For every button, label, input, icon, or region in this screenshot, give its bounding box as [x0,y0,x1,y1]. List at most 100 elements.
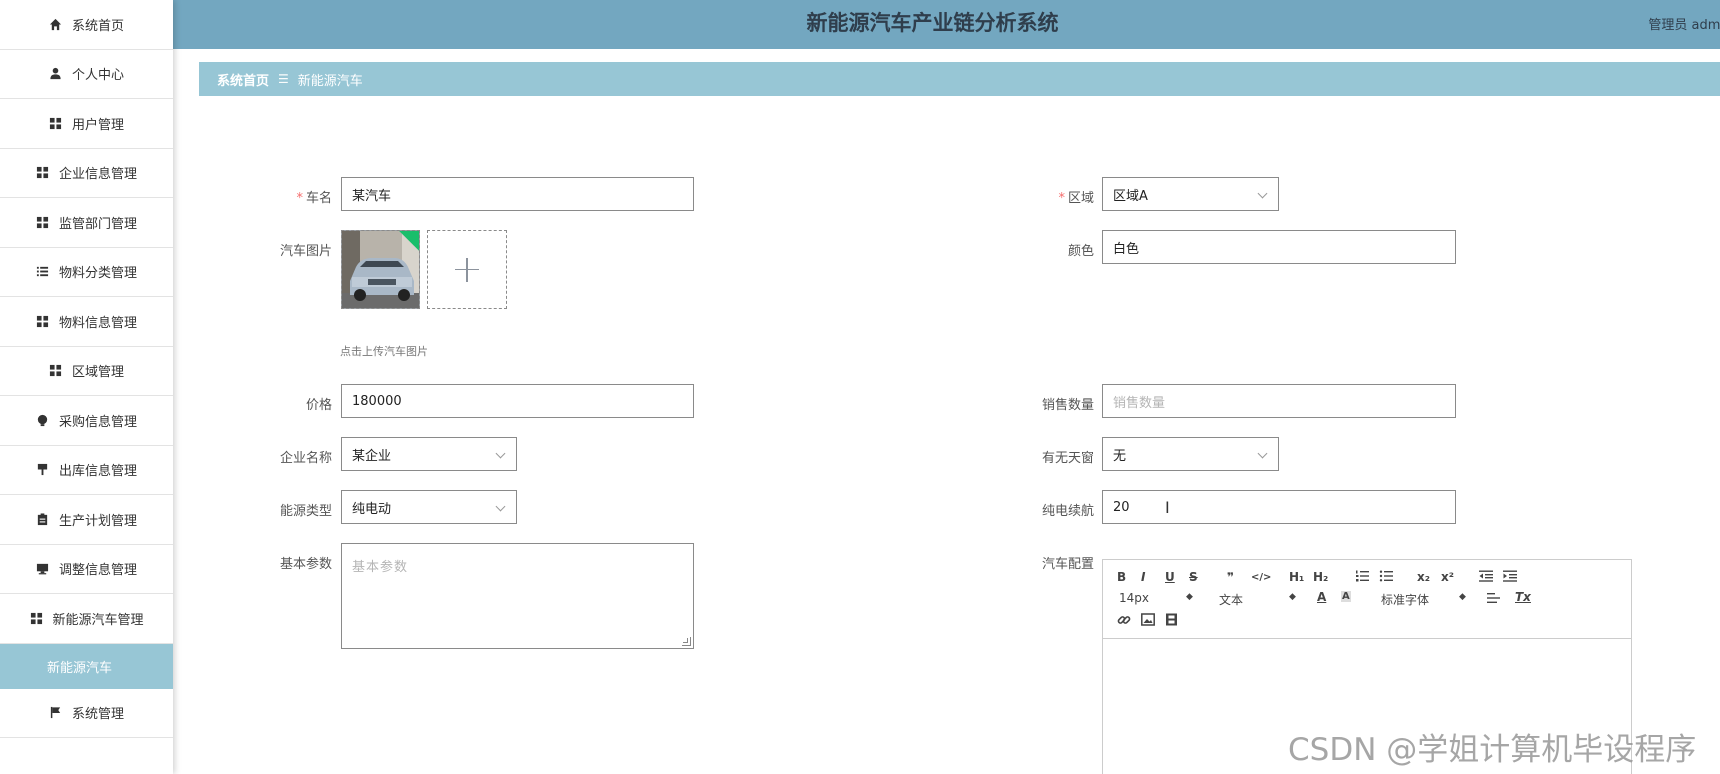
code-button[interactable]: </> [1251,572,1271,583]
region-select[interactable]: 区域A [1102,177,1279,211]
chevron-down-icon [495,448,506,459]
page-title: 新能源汽车产业链分析系统 [806,11,1059,35]
sidebar-item-label: 系统首页 [71,18,124,34]
sidebar-item-region[interactable]: 区域管理 [0,347,173,396]
list-icon [36,265,50,279]
company-select[interactable]: 某企业 [341,437,517,471]
font-family-select[interactable]: 标准字体 ◆ [1381,591,1466,608]
energy-type-select[interactable]: 纯电动 [341,490,517,524]
sidebar-item-label: 新能源汽车管理 [52,612,144,628]
car-image-thumbnail[interactable] [341,230,420,309]
video-icon[interactable] [1165,613,1178,629]
sidebar-item-material-category[interactable]: 物料分类管理 [0,248,173,297]
grid-icon [36,215,50,229]
sidebar-item-regulator[interactable]: 监管部门管理 [0,198,173,248]
sidebar-item-outbound[interactable]: 出库信息管理 [0,446,173,495]
h1-button[interactable]: H₁ [1289,570,1304,584]
sidebar-item-purchase[interactable]: 采购信息管理 [0,396,173,446]
sidebar-item-home[interactable]: 系统首页 [0,0,173,50]
h2-button[interactable]: H₂ [1313,570,1328,584]
superscript-button[interactable]: x² [1441,570,1454,584]
sidebar-item-label: 企业信息管理 [58,167,137,183]
plus-icon [455,257,479,282]
region-label: * 区域 [1058,191,1094,206]
grid-icon [49,364,63,378]
car-image-label: 汽车图片 [279,244,332,259]
quote-button[interactable]: ❞ [1227,570,1234,584]
sidebar-item-label: 调整信息管理 [58,563,137,579]
align-icon[interactable] [1487,592,1501,607]
updown-icon: ◆ [1289,592,1296,602]
sidebar-item-label: 物料分类管理 [58,266,137,282]
price-input[interactable]: 180000 [341,384,694,418]
breadcrumb-home[interactable]: 系统首页 [217,70,269,89]
updown-icon: ◆ [1186,592,1193,602]
user-menu[interactable]: 管理员 admi [1648,14,1720,33]
sidebar-item-label: 采购信息管理 [58,414,137,430]
sidebar-item-label: 系统管理 [71,707,124,723]
upload-image-button[interactable] [427,230,507,309]
font-size-select[interactable]: 14px ◆ [1119,591,1193,605]
car-name-label: * 车名 [296,191,332,206]
sidebar-item-label: 用户管理 [71,117,124,133]
grid-icon [36,166,50,180]
underline-button[interactable]: U [1165,570,1175,584]
sidebar: 系统首页 个人中心 用户管理 企业信息管理 监管部门管理 物料分类管理 物料信息… [0,0,173,774]
car-name-input[interactable]: 某汽车 [341,177,694,211]
breadcrumb-current: 新能源汽车 [297,73,363,89]
outdent-icon[interactable] [1479,570,1493,585]
sidebar-item-company[interactable]: 企业信息管理 [0,149,173,198]
sidebar-item-label: 个人中心 [71,68,124,84]
sidebar-item-label: 出库信息管理 [58,464,137,480]
subscript-button[interactable]: x₂ [1417,570,1430,584]
chevron-down-icon [1257,448,1268,459]
range-input-value: 20 [1113,499,1130,515]
sidebar-item-users[interactable]: 用户管理 [0,99,173,149]
strike-button[interactable]: S [1189,570,1198,584]
chevron-down-icon [1257,188,1268,199]
company-select-value: 某企业 [352,448,392,464]
price-label: 价格 [305,398,332,413]
color-label: 颜色 [1067,244,1094,259]
upload-hint: 点击上传汽车图片 [340,345,428,358]
range-label: 纯电续航 [1041,504,1094,519]
font-color-button[interactable]: A [1317,590,1326,604]
background-color-button[interactable]: A [1341,591,1351,602]
sidebar-item-production-plan[interactable]: 生产计划管理 [0,495,173,545]
link-icon[interactable] [1117,613,1131,630]
basic-params-textarea[interactable]: 基本参数 [341,543,694,649]
ordered-list-icon[interactable] [1355,570,1369,585]
energy-type-select-value: 纯电动 [352,501,392,517]
image-icon[interactable] [1141,613,1155,629]
range-input[interactable]: 20 I [1102,490,1456,524]
resize-grip-icon[interactable] [682,637,691,646]
grid-icon [36,314,50,328]
sales-qty-input[interactable]: 销售数量 [1102,384,1456,418]
indent-icon[interactable] [1503,570,1517,585]
sidebar-item-profile[interactable]: 个人中心 [0,50,173,99]
clear-format-button[interactable]: Tx [1515,590,1531,604]
bold-button[interactable]: B [1117,570,1126,584]
sunroof-select[interactable]: 无 [1102,437,1279,471]
color-input[interactable]: 白色 [1102,230,1456,264]
chevron-down-icon [495,501,506,512]
home-icon [49,17,63,31]
basic-params-placeholder: 基本参数 [352,560,409,575]
sidebar-item-material-info[interactable]: 物料信息管理 [0,297,173,347]
sunroof-select-value: 无 [1113,448,1127,464]
updown-icon: ◆ [1459,592,1466,602]
region-select-value: 区域A [1113,188,1148,204]
grid-icon [29,611,43,625]
editor-toolbar: B I U S ❞ </> H₁ H₂ x₂ x² 14px ◆ 文本 ◆ A A … [1103,560,1631,639]
breadcrumb-separator-icon: ☰ [278,72,289,86]
text-style-select[interactable]: 文本 ◆ [1219,591,1296,608]
sidebar-item-system[interactable]: 系统管理 [0,689,173,738]
sidebar-item-nev[interactable]: 新能源汽车管理 [0,594,173,644]
clipboard-icon [36,512,50,526]
text-cursor-icon: I [1165,498,1170,517]
bullet-list-icon[interactable] [1379,570,1393,585]
sidebar-subitem-nev[interactable]: 新能源汽车 [0,643,173,689]
sidebar-item-adjustment[interactable]: 调整信息管理 [0,545,173,594]
basic-params-label: 基本参数 [279,557,332,572]
italic-button[interactable]: I [1141,570,1145,584]
